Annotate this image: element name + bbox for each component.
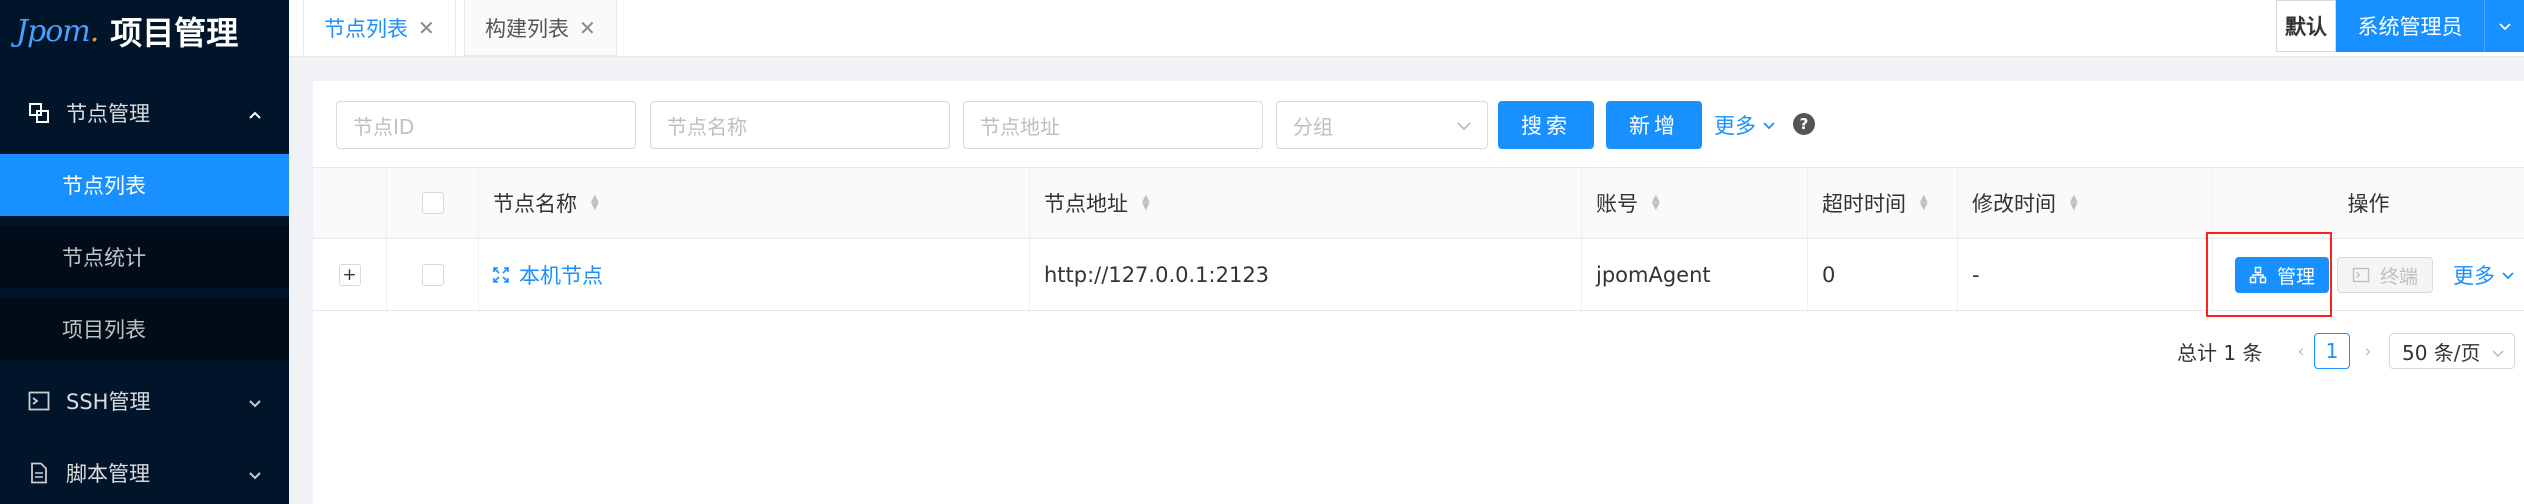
help-icon[interactable]: ?	[1793, 113, 1815, 135]
node-name-input[interactable]: 节点名称	[650, 101, 950, 149]
sort-icon[interactable]: ▲ ▼	[1142, 194, 1150, 212]
chevron-down-icon[interactable]	[2484, 0, 2524, 52]
table-row: + 本机节点 http://127.0.0.1:2123 jpomAgent 0…	[313, 239, 2524, 311]
sidebar-item-node-list[interactable]: 节点列表	[0, 154, 289, 216]
fullscreen-icon	[493, 266, 509, 283]
sidebar-item-label: 节点统计	[62, 246, 146, 270]
column-label: 账号	[1596, 192, 1638, 216]
column-header-modified[interactable]: 修改时间 ▲ ▼	[1958, 168, 2213, 238]
terminal-label: 终端	[2380, 265, 2419, 288]
table-header: 节点名称 ▲ ▼ 节点地址 ▲ ▼ 账号 ▲ ▼ 超时时间 ▲ ▼ 修改时间 ▲ ▼ 操作	[313, 167, 2524, 239]
chevron-down-icon	[2502, 272, 2514, 280]
jpom-logo: Jpom.	[16, 13, 99, 49]
file-icon	[26, 460, 52, 486]
column-header-timeout[interactable]: 超时时间 ▲ ▼	[1808, 168, 1958, 238]
sidebar-group-label: 脚本管理	[66, 462, 150, 486]
chevron-left-icon[interactable]: ‹	[2291, 333, 2311, 369]
chevron-down-icon	[247, 392, 263, 416]
more-label: 更多	[1714, 114, 1756, 138]
node-id-input[interactable]: 节点ID	[336, 101, 636, 149]
modified-cell: -	[1958, 239, 2213, 310]
select-cell	[387, 239, 479, 310]
app-title: 项目管理	[110, 14, 239, 52]
terminal-button[interactable]: 终端	[2337, 257, 2434, 293]
column-header-account[interactable]: 账号 ▲ ▼	[1582, 168, 1808, 238]
sidebar-item-project-list[interactable]: 项目列表	[0, 298, 289, 360]
sort-icon[interactable]: ▲ ▼	[1920, 194, 1928, 212]
user-menu: 默认 系统管理员	[2276, 0, 2524, 52]
sidebar-group-node-manage[interactable]: 节点管理	[0, 82, 289, 144]
node-name-cell[interactable]: 本机节点	[479, 239, 1030, 310]
column-label: 节点名称	[493, 192, 577, 216]
chevron-right-icon[interactable]: ›	[2358, 333, 2378, 369]
sidebar-group-label: 节点管理	[66, 102, 150, 126]
chevron-down-icon	[1455, 116, 1473, 140]
column-header-address[interactable]: 节点地址 ▲ ▼	[1030, 168, 1582, 238]
close-icon[interactable]: ✕	[579, 16, 596, 40]
sidebar-item-label: 节点列表	[62, 174, 146, 198]
expand-cell: +	[313, 239, 387, 310]
sort-icon[interactable]: ▲ ▼	[1652, 194, 1660, 212]
column-label: 修改时间	[1972, 192, 2056, 216]
more-label: 更多	[2453, 264, 2495, 288]
tab-label: 节点列表	[324, 16, 408, 41]
chevron-down-icon	[247, 464, 263, 488]
column-label: 超时时间	[1822, 192, 1906, 216]
sidebar-group-ssh[interactable]: SSH管理	[0, 370, 289, 432]
node-manage-icon	[26, 100, 52, 126]
page-size-label: 50 条/页	[2402, 340, 2481, 365]
tab-build-list[interactable]: 构建列表 ✕	[464, 0, 617, 56]
column-header-name[interactable]: 节点名称 ▲ ▼	[479, 168, 1030, 238]
sort-icon[interactable]: ▲ ▼	[591, 194, 599, 212]
user-name-button[interactable]: 系统管理员	[2336, 0, 2484, 52]
sidebar: Jpom. 项目管理 节点管理 节点列表 节点统计 项目列表 SSH管理 脚本管…	[0, 0, 289, 504]
tab-bar: 节点列表 ✕ 构建列表 ✕ 默认 系统管理员	[289, 0, 2524, 57]
select-all-checkbox[interactable]	[421, 192, 444, 214]
sidebar-item-label: 项目列表	[62, 318, 146, 342]
expand-column-header	[313, 168, 387, 238]
tab-label: 构建列表	[485, 16, 569, 41]
terminal-icon	[26, 388, 52, 414]
expand-row-button[interactable]: +	[338, 263, 361, 286]
close-icon[interactable]: ✕	[418, 16, 435, 40]
chevron-up-icon	[247, 104, 263, 128]
sidebar-item-node-stats[interactable]: 节点统计	[0, 226, 289, 288]
pagination-page[interactable]: 1	[2314, 333, 2350, 369]
app-logo[interactable]: Jpom. 项目管理	[0, 0, 289, 62]
add-button[interactable]: 新增	[1606, 101, 1702, 149]
tab-node-list[interactable]: 节点列表 ✕	[303, 0, 456, 56]
sidebar-group-script[interactable]: 脚本管理	[0, 442, 289, 504]
more-filters-link[interactable]: 更多	[1714, 101, 1776, 149]
node-address-cell: http://127.0.0.1:2123	[1030, 239, 1582, 310]
highlight-box	[2206, 232, 2332, 317]
group-select[interactable]: 分组	[1276, 101, 1488, 149]
column-label: 节点地址	[1044, 192, 1128, 216]
node-address-input[interactable]: 节点地址	[963, 101, 1263, 149]
column-header-actions: 操作	[2213, 168, 2524, 238]
row-more-link[interactable]: 更多	[2453, 251, 2515, 299]
group-select-placeholder: 分组	[1293, 114, 1333, 139]
pagination-total: 总计 1 条	[2177, 340, 2263, 365]
row-checkbox[interactable]	[421, 263, 444, 286]
node-name-link[interactable]: 本机节点	[519, 260, 603, 290]
page-size-select[interactable]: 50 条/页	[2389, 333, 2515, 369]
account-cell: jpomAgent	[1582, 239, 1808, 310]
chevron-down-icon	[1763, 122, 1775, 130]
sidebar-group-label: SSH管理	[66, 390, 151, 414]
select-column-header	[387, 168, 479, 238]
search-button[interactable]: 搜索	[1498, 101, 1594, 149]
timeout-cell: 0	[1808, 239, 1958, 310]
chevron-down-icon	[2490, 342, 2506, 366]
column-label: 操作	[2347, 192, 2390, 216]
workspace-button[interactable]: 默认	[2276, 0, 2336, 52]
content-card: 节点ID 节点名称 节点地址 分组 搜索 新增 更多 ? 节点名称 ▲ ▼ 节点地…	[313, 81, 2524, 504]
terminal-icon	[2352, 267, 2370, 283]
sort-icon[interactable]: ▲ ▼	[2070, 194, 2078, 212]
